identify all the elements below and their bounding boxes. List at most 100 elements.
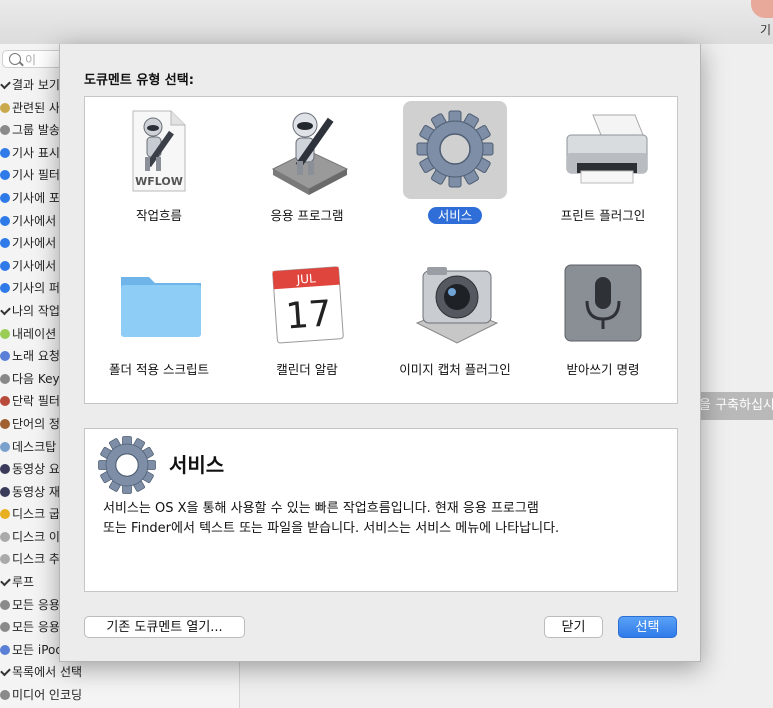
sidebar-action-label: 기사의 퍼 xyxy=(12,281,60,296)
calendar-icon: JUL 17 xyxy=(272,266,344,344)
sidebar-action-label: 디스크 굽 xyxy=(12,507,60,522)
action-icon xyxy=(0,418,10,429)
type-image-capture-plugin[interactable]: 이미지 캡처 플러그인 xyxy=(381,251,529,401)
type-label: 응용 프로그램 xyxy=(270,208,344,223)
rss-icon xyxy=(0,238,10,249)
canvas-hint: 을 구축하십시 xyxy=(695,392,773,420)
rss-icon xyxy=(0,170,10,181)
sidebar-action-label: 나의 작업 xyxy=(12,303,60,318)
action-icon xyxy=(0,622,10,633)
type-label: 서비스 xyxy=(427,207,483,224)
sidebar-action-label: 동영상 재 xyxy=(12,484,60,499)
workflow-document-icon: WFLOW xyxy=(132,110,186,192)
type-label: 이미지 캡처 플러그인 xyxy=(399,362,511,377)
type-folder-action[interactable]: 폴더 적용 스크립트 xyxy=(85,251,233,401)
sidebar-action-label: 결과 보기 xyxy=(12,78,60,92)
action-icon xyxy=(0,509,10,520)
action-icon xyxy=(0,351,10,362)
type-application[interactable]: 응용 프로그램 xyxy=(233,97,381,247)
description-text: 서비스는 OS X을 통해 사용할 수 있는 빠른 작업흐름입니다. 현재 응용… xyxy=(103,499,663,539)
gear-icon xyxy=(98,436,156,494)
sidebar-action-label: 단어의 정 xyxy=(12,416,60,431)
type-workflow[interactable]: WFLOW 작업흐름 xyxy=(85,97,233,247)
type-description-panel: 서비스 서비스는 OS X을 통해 사용할 수 있는 빠른 작업흐름입니다. 현… xyxy=(84,428,678,592)
type-service[interactable]: 서비스 xyxy=(381,97,529,247)
type-label: 폴더 적용 스크립트 xyxy=(109,362,209,377)
sidebar-action-label: 모든 iPod xyxy=(12,642,63,657)
sidebar-action-label: 다음 Key xyxy=(12,371,60,386)
action-icon xyxy=(0,441,10,452)
action-icon xyxy=(0,690,10,701)
sidebar-action-label: 노래 요청 xyxy=(12,349,60,364)
sidebar-action-label: 그룹 발송 xyxy=(12,123,60,138)
sidebar-action-label: 기사에서 xyxy=(12,213,57,228)
action-icon xyxy=(0,396,10,407)
camera-icon xyxy=(415,267,499,344)
sidebar-action-label: 관련된 사 xyxy=(12,100,60,115)
action-icon xyxy=(0,599,10,610)
document-type-sheet: 도큐멘트 유형 선택: WFLOW 작업흐름 응용 프로그램 서비스 프린트 플… xyxy=(59,44,701,662)
sidebar-action-label: 내레이션 xyxy=(12,326,57,341)
action-icon xyxy=(0,373,10,384)
sidebar-action-label: 기사 표시 xyxy=(12,145,60,160)
automator-robot-icon xyxy=(271,112,349,195)
action-icon xyxy=(0,464,10,475)
sidebar-action-label: 미디어 인코딩 xyxy=(12,688,83,703)
sheet-heading: 도큐멘트 유형 선택: xyxy=(84,73,194,88)
close-button[interactable]: 닫기 xyxy=(544,616,603,638)
document-type-grid: WFLOW 작업흐름 응용 프로그램 서비스 프린트 플러그인 폴더 적용 스크… xyxy=(84,96,678,404)
action-icon xyxy=(0,644,10,655)
sidebar-action-label: 기사에 포 xyxy=(12,190,60,205)
description-line: 또는 Finder에서 텍스트 또는 파일을 받습니다. 서비스는 서비스 메뉴… xyxy=(103,521,560,536)
type-label: 프린트 플러그인 xyxy=(560,208,646,223)
type-label: 캘린더 알람 xyxy=(276,362,338,377)
calendar-month: JUL xyxy=(295,271,316,286)
search-placeholder: 이 xyxy=(25,53,37,67)
rss-icon xyxy=(0,215,10,226)
type-print-plugin[interactable]: 프린트 플러그인 xyxy=(529,97,677,247)
sidebar-action-label: 루프 xyxy=(12,575,35,590)
check-icon xyxy=(0,575,11,587)
check-icon xyxy=(0,78,11,90)
microphone-icon xyxy=(564,264,642,342)
user-avatar[interactable] xyxy=(751,0,773,18)
check-icon xyxy=(0,304,11,316)
search-icon xyxy=(9,53,21,65)
sidebar-action-label: 디스크 이 xyxy=(12,529,60,544)
sidebar-action-label: 동영상 요 xyxy=(12,462,60,477)
rss-icon xyxy=(0,283,10,294)
sidebar-action-label: 기사에서 xyxy=(12,258,57,273)
type-calendar-alarm[interactable]: JUL 17 캘린더 알람 xyxy=(233,251,381,401)
calendar-day: 17 xyxy=(284,293,333,337)
sidebar-action-label: 디스크 추 xyxy=(12,552,60,567)
action-icon xyxy=(0,102,10,113)
user-avatar-label: 기 xyxy=(759,23,771,37)
sidebar-action-label: 기사에서 xyxy=(12,236,57,251)
action-icon xyxy=(0,486,10,497)
sidebar-action-label: 데스크탑 xyxy=(12,439,57,454)
choose-button[interactable]: 선택 xyxy=(618,616,677,638)
action-icon xyxy=(0,328,10,339)
type-dictation-command[interactable]: 받아쓰기 명령 xyxy=(529,251,677,401)
printer-icon xyxy=(566,114,648,184)
open-existing-document-button[interactable]: 기존 도큐멘트 열기... xyxy=(84,616,245,638)
sidebar-action-label: 단락 필터 xyxy=(12,394,60,409)
rss-icon xyxy=(0,147,10,158)
rss-icon xyxy=(0,260,10,271)
action-icon xyxy=(0,554,10,565)
description-title: 서비스 xyxy=(169,453,225,477)
action-icon xyxy=(0,531,10,542)
folder-icon xyxy=(121,277,201,337)
workflow-badge: WFLOW xyxy=(135,175,183,188)
description-line: 서비스는 OS X을 통해 사용할 수 있는 빠른 작업흐름입니다. 현재 응용… xyxy=(103,501,539,516)
sidebar-action-label: 기사 필터 xyxy=(12,168,60,183)
sidebar-action-item[interactable]: 목록에서 선택 xyxy=(0,661,239,684)
sidebar-action-label: 모든 응용 xyxy=(12,620,60,635)
sidebar-action-item[interactable]: 미디어 인코딩 xyxy=(0,684,239,707)
action-icon xyxy=(0,125,10,136)
type-label: 작업흐름 xyxy=(135,208,182,223)
rss-icon xyxy=(0,192,10,203)
type-label: 받아쓰기 명령 xyxy=(566,362,640,377)
check-icon xyxy=(0,666,11,677)
window-titlebar: 기 xyxy=(0,0,773,45)
